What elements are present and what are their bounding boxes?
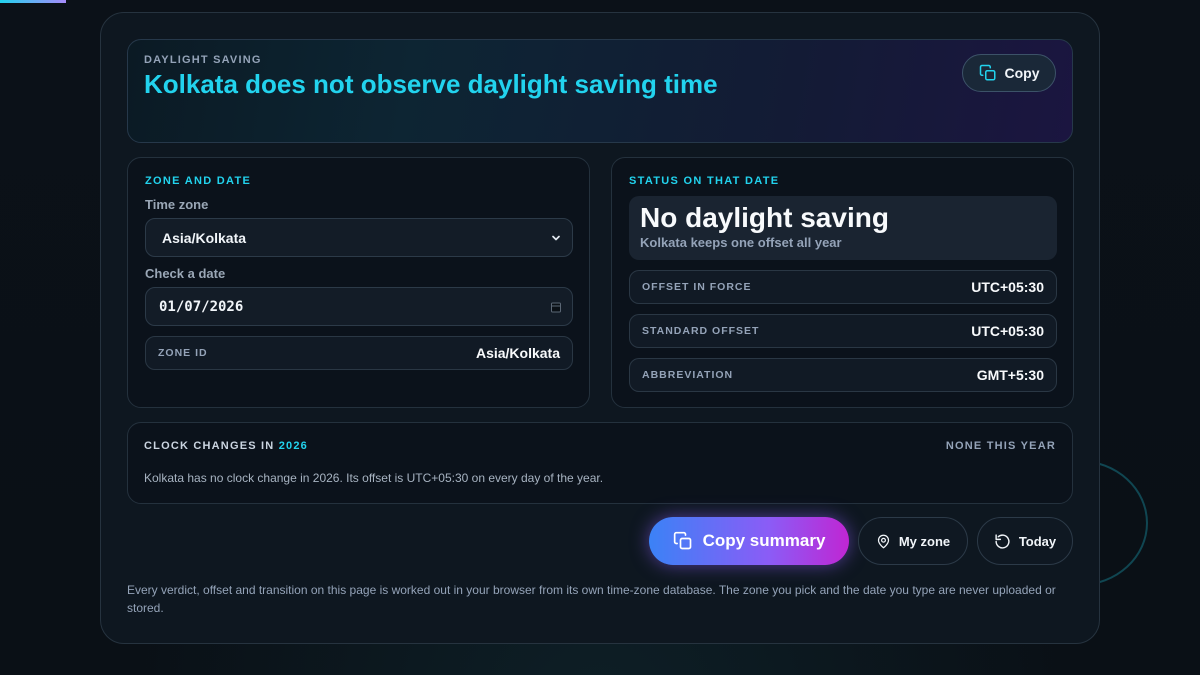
zone-id-row: ZONE ID Asia/Kolkata (145, 336, 573, 370)
copy-button[interactable]: Copy (962, 54, 1056, 92)
my-zone-button[interactable]: My zone (858, 517, 968, 565)
main-card: DAYLIGHT SAVING Kolkata does not observe… (100, 12, 1100, 644)
copy-summary-button[interactable]: Copy summary (649, 517, 849, 565)
abbreviation-key: ABBREVIATION (642, 369, 734, 381)
map-pin-icon (876, 534, 891, 549)
status-panel-heading: STATUS ON THAT DATE (629, 175, 780, 187)
zone-id-key: ZONE ID (158, 347, 208, 359)
zone-and-date-panel: ZONE AND DATE Time zone Asia/Kolkata Che… (127, 157, 590, 408)
standard-offset-key: STANDARD OFFSET (642, 325, 760, 337)
abbreviation-row: ABBREVIATION GMT+5:30 (629, 358, 1057, 392)
today-label: Today (1018, 533, 1057, 549)
page-title: Kolkata does not observe daylight saving… (144, 69, 718, 99)
calendar-icon[interactable] (550, 301, 562, 313)
clock-changes-year: 2026 (278, 440, 308, 452)
timezone-select[interactable]: Asia/Kolkata (145, 218, 573, 257)
offset-in-force-row: OFFSET IN FORCE UTC+05:30 (629, 270, 1057, 304)
clock-changes-heading: CLOCK CHANGES IN 2026 (144, 440, 308, 452)
clock-changes-heading-text: CLOCK CHANGES IN (144, 440, 275, 452)
copy-button-label: Copy (1004, 65, 1040, 81)
copy-summary-label: Copy summary (702, 531, 826, 550)
top-progress-bar (0, 0, 66, 3)
chevron-down-icon (550, 232, 562, 244)
verdict-title: No daylight saving (640, 202, 889, 233)
standard-offset-value: UTC+05:30 (971, 323, 1044, 339)
copy-icon (673, 531, 693, 551)
my-zone-label: My zone (898, 533, 951, 549)
rotate-ccw-icon (994, 533, 1011, 550)
date-label: Check a date (145, 266, 226, 281)
timezone-select-value: Asia/Kolkata (162, 229, 247, 246)
zone-panel-heading: ZONE AND DATE (145, 175, 252, 187)
clock-changes-panel: CLOCK CHANGES IN 2026 NONE THIS YEAR Kol… (127, 422, 1073, 504)
standard-offset-row: STANDARD OFFSET UTC+05:30 (629, 314, 1057, 348)
copy-icon (979, 64, 997, 82)
status-panel: STATUS ON THAT DATE No daylight saving K… (611, 157, 1074, 408)
verdict-subtitle: Kolkata keeps one offset all year (640, 235, 842, 250)
verdict-box: No daylight saving Kolkata keeps one off… (629, 196, 1057, 260)
timezone-label: Time zone (145, 197, 209, 212)
clock-changes-status: NONE THIS YEAR (945, 440, 1056, 452)
verdict-hero: DAYLIGHT SAVING Kolkata does not observe… (127, 39, 1073, 143)
abbreviation-value: GMT+5:30 (976, 367, 1044, 383)
date-input[interactable]: 01/07/2026 (145, 287, 573, 326)
offset-in-force-value: UTC+05:30 (971, 279, 1044, 295)
clock-changes-body: Kolkata has no clock change in 2026. Its… (144, 471, 604, 485)
hero-eyebrow: DAYLIGHT SAVING (144, 54, 262, 66)
zone-id-value: Asia/Kolkata (475, 345, 560, 361)
privacy-footnote: Every verdict, offset and transition on … (127, 583, 1056, 615)
today-button[interactable]: Today (977, 517, 1073, 565)
date-input-value: 01/07/2026 (159, 298, 244, 315)
offset-in-force-key: OFFSET IN FORCE (642, 281, 752, 293)
